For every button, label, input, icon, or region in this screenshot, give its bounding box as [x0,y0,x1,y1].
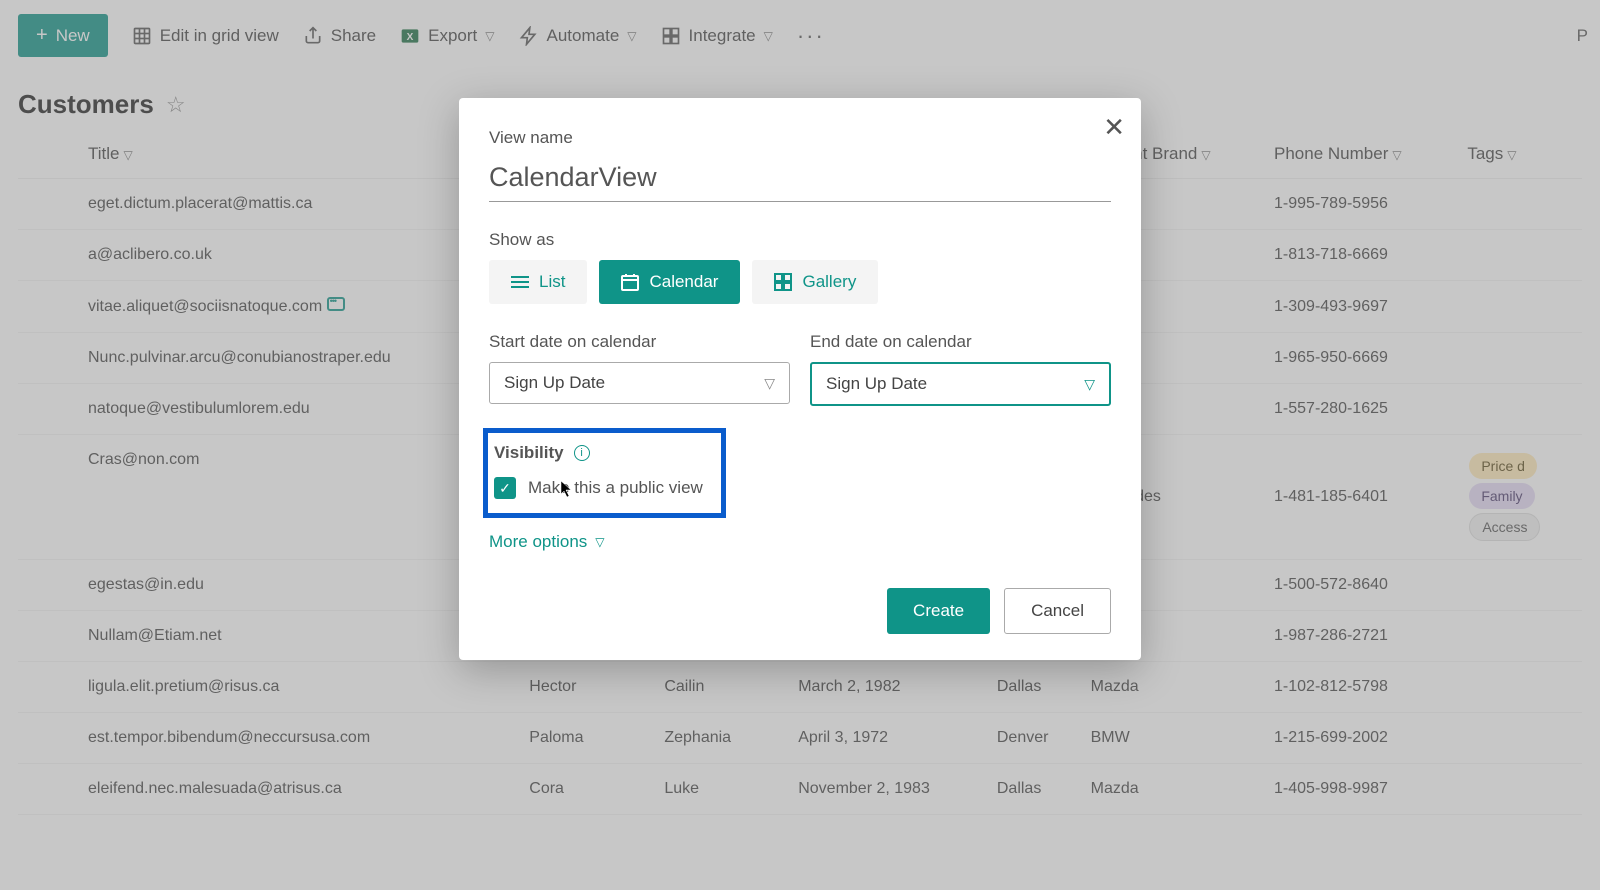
create-view-dialog: ✕ View name Show as List Calendar Galler… [459,98,1141,660]
view-name-label: View name [489,128,1111,148]
show-as-gallery-button[interactable]: Gallery [752,260,878,304]
list-label: List [539,272,565,292]
visibility-label: Visibility [494,443,564,463]
show-as-label: Show as [489,230,1111,250]
view-name-input[interactable] [489,158,1111,202]
show-as-calendar-button[interactable]: Calendar [599,260,740,304]
public-view-checkbox[interactable]: ✓ [494,477,516,499]
start-date-value: Sign Up Date [504,373,605,393]
cancel-button[interactable]: Cancel [1004,588,1111,634]
end-date-label: End date on calendar [810,332,1111,352]
more-options-label: More options [489,532,587,552]
list-icon [511,275,529,289]
create-button[interactable]: Create [887,588,990,634]
gallery-label: Gallery [802,272,856,292]
chevron-down-icon: ▽ [1084,376,1095,393]
show-as-list-button[interactable]: List [489,260,587,304]
chevron-down-icon: ▽ [595,535,604,549]
info-icon[interactable]: i [574,445,590,461]
close-button[interactable]: ✕ [1103,112,1125,143]
modal-overlay: ✕ View name Show as List Calendar Galler… [0,0,1600,890]
chevron-down-icon: ▽ [764,375,775,392]
calendar-label: Calendar [649,272,718,292]
visibility-highlight: Visibility i ✓ Make this a public view [483,428,726,518]
end-date-select[interactable]: Sign Up Date ▽ [810,362,1111,406]
calendar-icon [621,273,639,291]
more-options-button[interactable]: More options ▽ [489,532,1111,552]
start-date-select[interactable]: Sign Up Date ▽ [489,362,790,404]
start-date-label: Start date on calendar [489,332,790,352]
public-view-label: Make this a public view [528,478,703,498]
end-date-value: Sign Up Date [826,374,927,394]
gallery-icon [774,273,792,291]
